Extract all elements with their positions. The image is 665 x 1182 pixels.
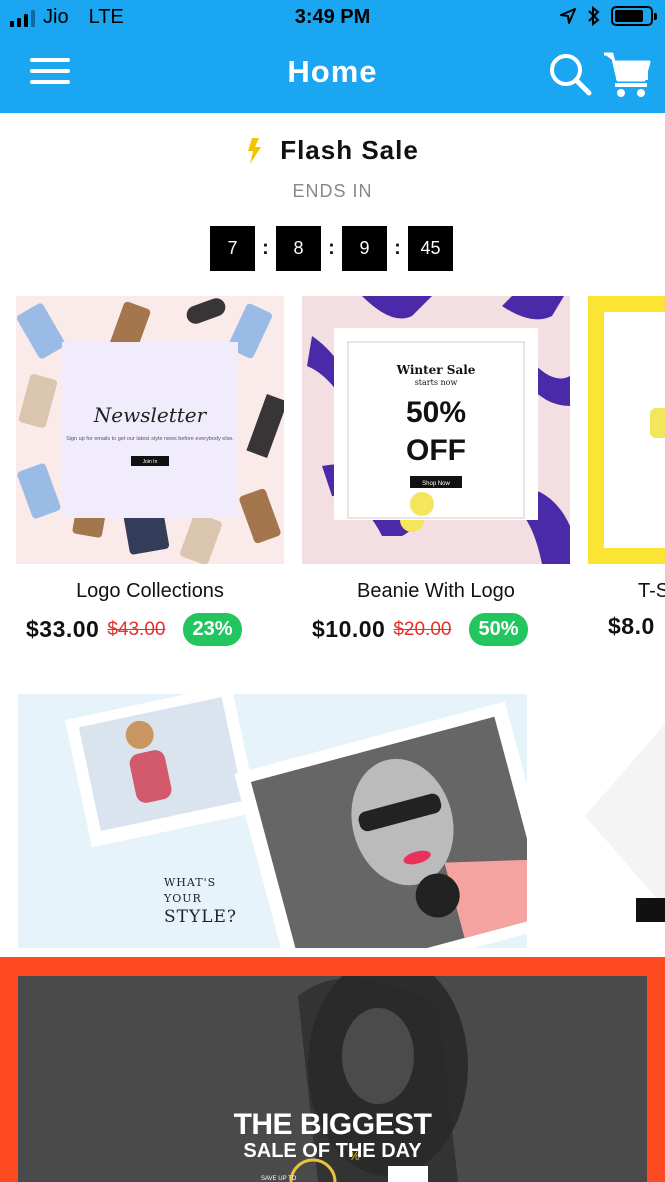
promo-title: THE BIGGEST (233, 1108, 432, 1141)
newsletter-heading: Newsletter (93, 403, 208, 427)
product-name[interactable]: T-S (588, 580, 665, 603)
secondary-banner-art (585, 724, 665, 922)
promo-banner[interactable]: % SAVE UP TO THE BIGGEST SALE OF THE DAY (0, 957, 665, 1182)
flash-sale-title-row: Flash Sale (246, 135, 419, 166)
timer-separator: : (394, 237, 401, 259)
product-card[interactable]: Winter Sale starts now 50% OFF Shop Now … (302, 296, 570, 646)
product-card[interactable]: T-S $8.0 (588, 296, 665, 640)
style-banner-art: WHAT'S YOUR STYLE? (64, 694, 527, 948)
timer-separator: : (328, 237, 335, 259)
product-name[interactable]: Logo Collections (16, 580, 284, 603)
winter-sale-big1: 50% (406, 396, 466, 429)
product-price: $8.0 (608, 613, 655, 639)
product-card[interactable]: Newsletter Sign up for emails to get our… (16, 296, 284, 646)
timer-separator: : (262, 237, 269, 259)
location-arrow-icon (560, 8, 576, 24)
product-old-price: $43.00 (107, 618, 166, 640)
product-prices: $33.00 $43.00 23% (16, 613, 284, 646)
style-line3: STYLE? (164, 907, 237, 927)
flash-sale-header: Flash Sale (0, 135, 665, 175)
discount-badge: 23% (183, 613, 242, 646)
promo-small-text: SAVE UP TO (261, 1176, 297, 1182)
product-image[interactable] (588, 296, 665, 564)
timer-hours: 8 (276, 226, 321, 271)
promo-banner-image[interactable]: % SAVE UP TO THE BIGGEST SALE OF THE DAY (18, 976, 647, 1182)
winter-sale-button: Shop Now (422, 481, 450, 487)
product-name[interactable]: Beanie With Logo (302, 580, 570, 603)
product-price: $33.00 (26, 616, 100, 642)
cart-button[interactable] (602, 50, 652, 98)
heels-pattern: Winter Sale starts now 50% OFF Shop Now (307, 296, 570, 564)
newsletter-body: Sign up for emails to get our latest sty… (66, 436, 234, 442)
winter-sale-line1: Winter Sale (396, 363, 476, 377)
top-bar: Jio LTE 3:49 PM Home (0, 0, 665, 113)
timer-minutes: 9 (342, 226, 387, 271)
newsletter-button: Join In (143, 459, 158, 465)
status-bar: Jio LTE 3:49 PM (0, 0, 665, 36)
product-image[interactable]: Winter Sale starts now 50% OFF Shop Now (302, 296, 570, 564)
promo-subtitle: SALE OF THE DAY (243, 1140, 422, 1162)
product-price: $10.00 (312, 616, 386, 642)
secondary-banner[interactable] (560, 694, 665, 948)
product-prices: $10.00 $20.00 50% (302, 613, 570, 646)
product-prices: $8.0 (588, 613, 665, 640)
ends-in-label: ENDS IN (292, 181, 373, 201)
style-line1: WHAT'S (164, 876, 216, 889)
search-button[interactable] (548, 52, 592, 96)
timer-days: 7 (210, 226, 255, 271)
search-icon (550, 54, 592, 96)
product-image[interactable]: Newsletter Sign up for emails to get our… (16, 296, 284, 564)
winter-sale-big2: OFF (406, 434, 466, 467)
app-bar: Home (0, 36, 665, 113)
bluetooth-icon (588, 6, 600, 26)
style-line2: YOUR (163, 892, 202, 905)
product-old-price: $20.00 (393, 618, 452, 640)
countdown-timer: 7 : 8 : 9 : 45 (210, 226, 453, 271)
status-right (559, 6, 657, 26)
discount-badge: 50% (469, 613, 528, 646)
flash-sale-title: Flash Sale (280, 135, 419, 165)
timer-seconds: 45 (408, 226, 453, 271)
winter-sale-line2: starts now (415, 378, 458, 387)
product-carousel[interactable]: Newsletter Sign up for emails to get our… (0, 296, 665, 656)
clothing-pattern: Newsletter Sign up for emails to get our… (16, 298, 284, 564)
lightning-icon (248, 137, 262, 164)
cart-icon (604, 52, 651, 97)
style-banner[interactable]: WHAT'S YOUR STYLE? (18, 694, 527, 948)
battery-icon (611, 6, 657, 26)
